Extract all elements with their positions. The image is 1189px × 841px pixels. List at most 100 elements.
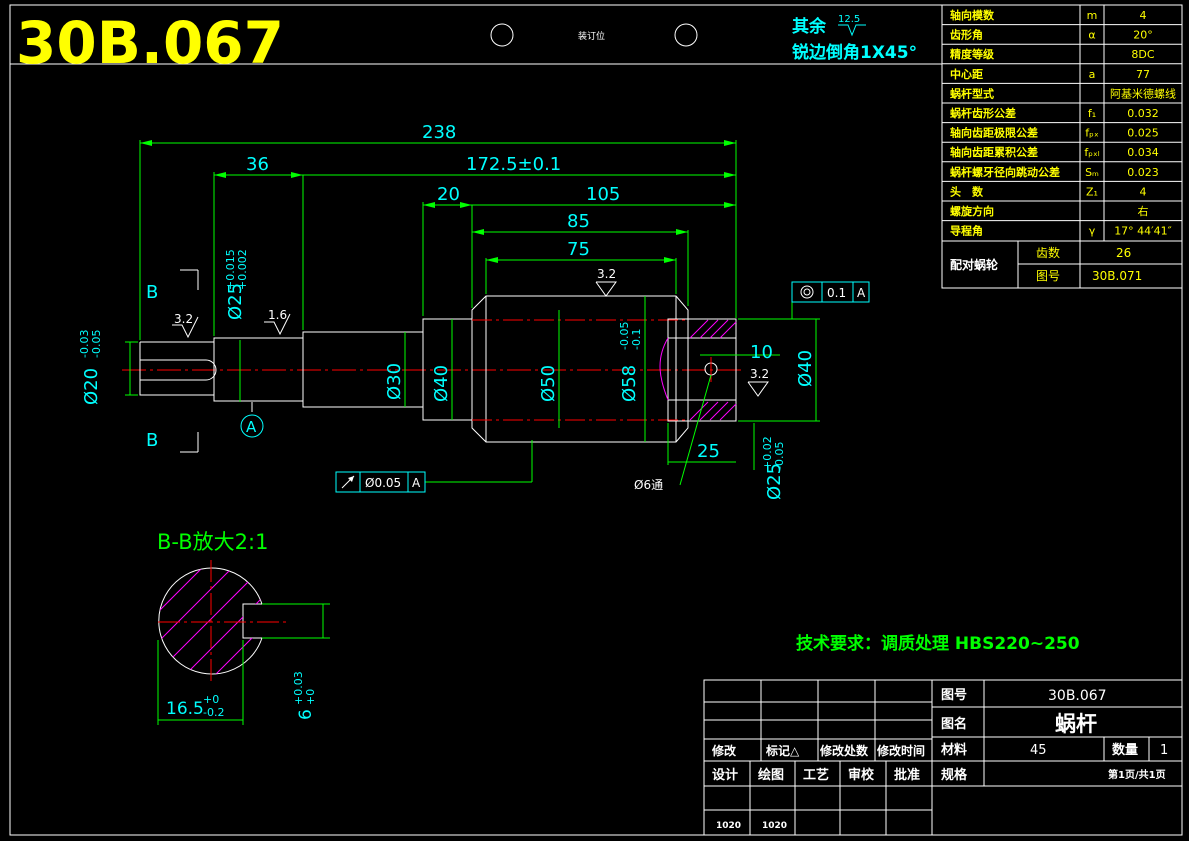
dim-phi40b: Ø40 (795, 350, 816, 387)
binding-hole-right (674, 23, 698, 47)
tb-name-label: 图名 (941, 716, 967, 732)
dim-238: 238 (422, 122, 456, 143)
tb-page: 第1页/共1页 (1108, 768, 1166, 781)
param-symbol: m (1087, 9, 1098, 22)
rev-header: 修改时间 (876, 743, 925, 758)
rev-header: 修改处数 (819, 743, 869, 758)
dim-105: 105 (586, 184, 620, 205)
dim-20: 20 (437, 184, 460, 205)
param-value: 0.023 (1127, 166, 1159, 179)
dim-10: 10 (750, 342, 773, 363)
mating-teeth-label: 齿数 (1036, 245, 1060, 260)
roughness-1-6: 1.6 (268, 308, 287, 322)
binding-mark-label: 装订位 (578, 30, 605, 42)
tech-requirement: 技术要求：调质处理 HBS220~250 (796, 633, 1080, 654)
mating-dwg-label: 图号 (1036, 269, 1060, 283)
shaft-end-d20 (139, 341, 215, 396)
roughness-3-2-b: 3.2 (597, 267, 616, 281)
param-value: 0.032 (1127, 107, 1159, 120)
param-symbol: f₁ (1088, 107, 1096, 120)
param-value: 17° 44′41″ (1114, 225, 1172, 238)
runout-tolerance-frame: Ø0.05 A (335, 471, 426, 493)
section-key-dim: 6 (296, 709, 316, 720)
dim-36: 36 (246, 154, 269, 175)
datum-a: A (240, 402, 264, 438)
sign-header: 绘图 (758, 767, 784, 783)
param-value: 0.025 (1127, 127, 1159, 140)
param-name: 蜗杆齿形公差 (950, 106, 1016, 120)
section-mark-b-top: B (146, 282, 158, 303)
dim-85: 85 (567, 211, 590, 232)
param-value: 4 (1140, 185, 1147, 198)
tb-spec-label: 规格 (941, 767, 968, 783)
dim-phi40a: Ø40 (431, 365, 452, 402)
param-value: 8DC (1131, 48, 1154, 61)
surface-note-line1: 其余 (792, 16, 827, 37)
dim-172: 172.5±0.1 (466, 154, 561, 175)
param-symbol: a (1089, 68, 1096, 81)
section-mark-b-bottom: B (146, 430, 158, 451)
sign-header: 批准 (894, 767, 920, 783)
param-name: 蜗杆型式 (950, 86, 994, 100)
param-value: 20° (1133, 29, 1153, 42)
sign-header: 工艺 (803, 767, 829, 783)
param-symbol: Z₁ (1086, 185, 1098, 198)
tb-material: 45 (1030, 743, 1047, 758)
param-name: 蜗杆螺牙径向跳动公差 (950, 165, 1060, 179)
param-name: 轴向齿距累积公差 (950, 145, 1038, 159)
param-value: 77 (1136, 68, 1150, 81)
param-name: 轴向模数 (950, 8, 995, 22)
param-symbol: γ (1089, 225, 1096, 238)
drawing-number-big: 30B.067 (16, 9, 284, 77)
binding-hole-left (490, 23, 514, 47)
tb-qty: 1 (1160, 743, 1168, 758)
tb-material-label: 材料 (941, 742, 967, 758)
dim-75: 75 (567, 239, 590, 260)
tb-part-name: 蜗杆 (1055, 712, 1097, 736)
param-symbol: Sₘ (1085, 166, 1099, 179)
sign-date: 1020 (716, 821, 741, 831)
sign-date: 1020 (762, 821, 787, 831)
svg-text:A: A (246, 418, 257, 436)
param-name: 中心距 (950, 67, 983, 81)
title-block: 修改 标记△ 修改处数 修改时间 设计 绘图 工艺 审校 批准 1020 1020 图号 30B… (703, 679, 1183, 836)
param-name: 精度等级 (950, 47, 995, 61)
section-key-lower: +0 (304, 689, 317, 705)
dim-phi20-lower: -0.05 (90, 330, 103, 358)
sign-header: 设计 (712, 767, 738, 783)
surface-note-roughness: 12.5 (838, 14, 860, 25)
mating-dwg-value: 30B.071 (1092, 269, 1142, 283)
tb-dwg-no-label: 图号 (941, 688, 967, 703)
mating-teeth-value: 26 (1116, 246, 1131, 260)
drawing-canvas: 30B.067 装订位 其余 12.5 锐边倒角1X45° 配对蜗轮 齿数 26… (9, 4, 1183, 836)
rev-header: 标记△ (765, 743, 800, 758)
section-width-dim: 16.5 (166, 699, 204, 719)
mating-label: 配对蜗轮 (950, 257, 999, 272)
param-symbol: α (1088, 29, 1095, 42)
roughness-3-2-c: 3.2 (750, 367, 769, 381)
roughness-3-2-a: 3.2 (174, 312, 193, 326)
svg-text:A: A (412, 476, 421, 490)
dim-phi50: Ø50 (538, 365, 559, 402)
svg-text:A: A (857, 286, 866, 300)
hole-note: Ø6通 (634, 478, 663, 492)
section-bb-title: B-B放大2:1 (157, 530, 268, 554)
surface-note-line2: 锐边倒角1X45° (792, 42, 917, 63)
dim-phi30: Ø30 (384, 363, 405, 400)
param-value: 0.034 (1127, 146, 1159, 159)
dim-phi58-lower: -0.1 (630, 329, 643, 350)
param-symbol: fₚₓ (1085, 127, 1099, 140)
dim-phi25a-lower: +0.002 (236, 249, 249, 290)
param-name: 轴向齿距极限公差 (950, 126, 1038, 140)
surface-note-roughness-symbol (838, 24, 866, 37)
svg-text:Ø0.05: Ø0.05 (365, 476, 401, 490)
dim-phi25b-lower: -0.05 (773, 442, 786, 470)
param-value: 阿基米德螺线 (1110, 86, 1176, 100)
param-name: 螺旋方向 (950, 204, 994, 218)
param-name: 头 数 (950, 184, 984, 198)
section-b-markers (180, 269, 199, 453)
section-width-upper: +0 (203, 693, 219, 706)
tb-qty-label: 数量 (1112, 742, 1138, 758)
concentricity-frame: 0.1 A (791, 281, 870, 303)
dim-phi58: Ø58 (619, 365, 640, 402)
